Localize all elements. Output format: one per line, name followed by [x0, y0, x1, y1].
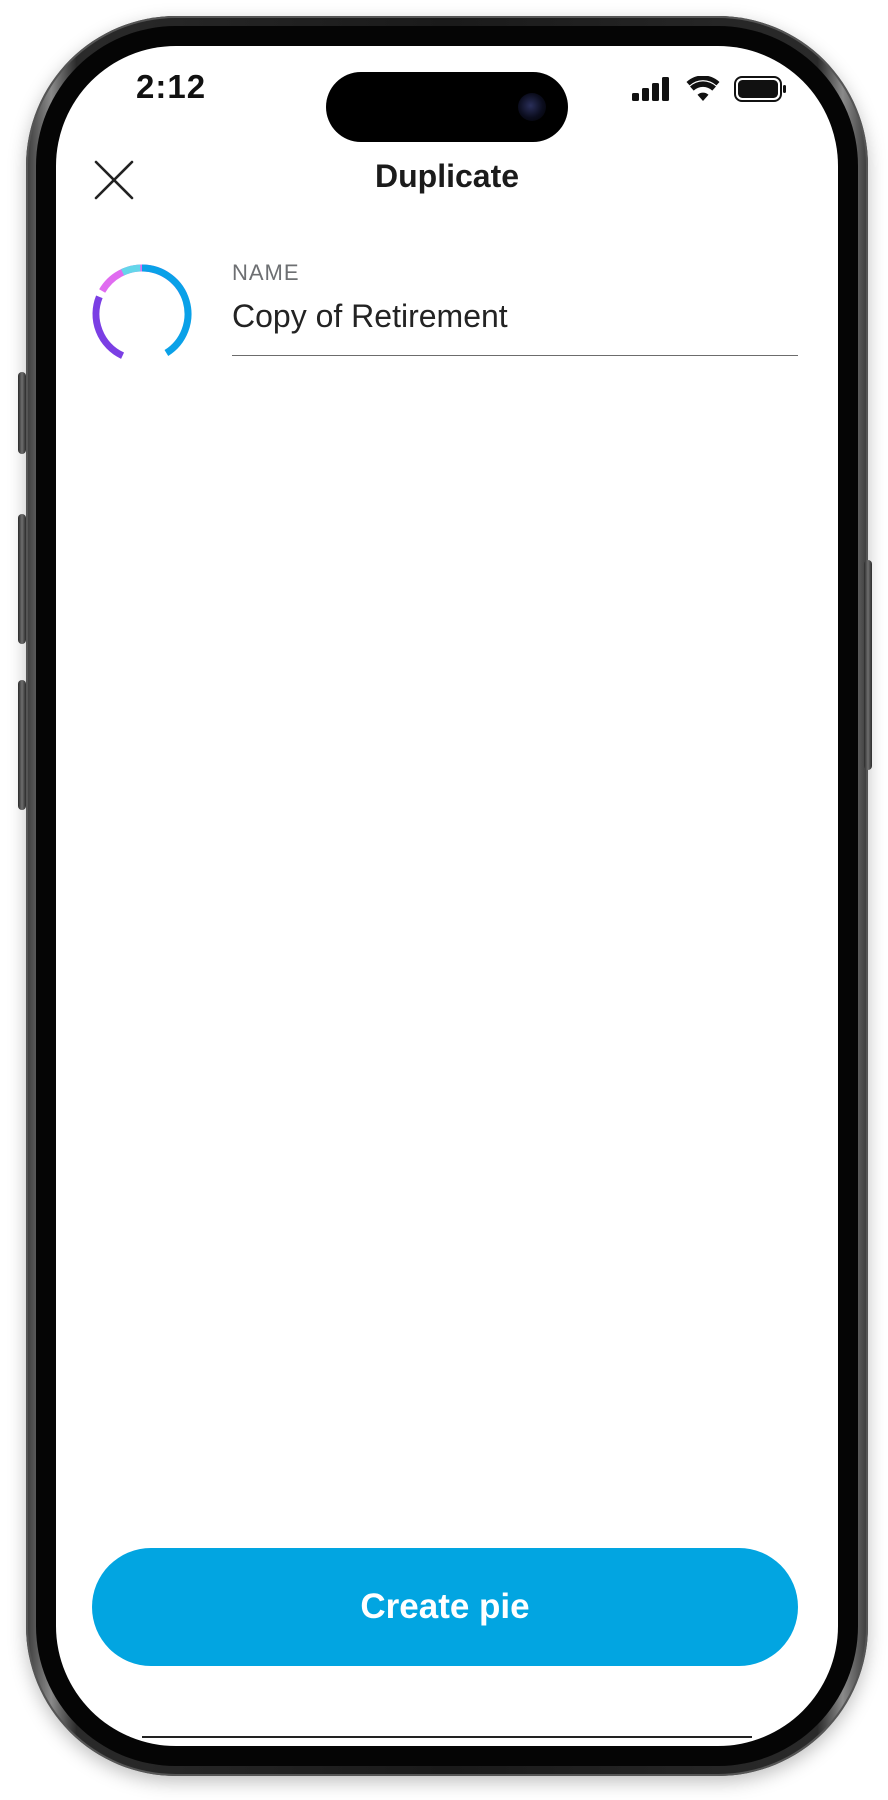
volume-up-button	[18, 514, 26, 644]
page-title: Duplicate	[374, 158, 520, 194]
app-screen: 2:12 Duplicate NAME Copy of Retirement C…	[56, 46, 838, 1746]
status-icons	[632, 76, 788, 102]
status-time: 2:12	[136, 68, 207, 105]
pie-ring-segment	[92, 295, 125, 359]
dynamic-island	[326, 72, 568, 142]
pie-ring-segment	[141, 264, 192, 356]
battery-icon	[734, 76, 786, 102]
pie-icon-button[interactable]	[90, 262, 194, 366]
create-pie-button[interactable]: Create pie	[92, 1548, 798, 1666]
cellular-signal-icon	[632, 77, 669, 101]
name-field: NAME	[232, 260, 798, 356]
action-button	[18, 372, 26, 454]
power-button	[864, 560, 872, 770]
camera-icon	[518, 93, 546, 121]
name-input[interactable]	[232, 298, 798, 356]
phone-mockup: 2:12 Duplicate NAME Copy of Retirement C…	[0, 0, 888, 1800]
volume-down-button	[18, 680, 26, 810]
name-label: NAME	[232, 260, 300, 285]
pie-ring-segment	[121, 264, 141, 276]
pie-ring-icon	[92, 264, 192, 359]
screen-bottom-edge	[142, 1736, 752, 1738]
wifi-icon	[686, 76, 720, 101]
